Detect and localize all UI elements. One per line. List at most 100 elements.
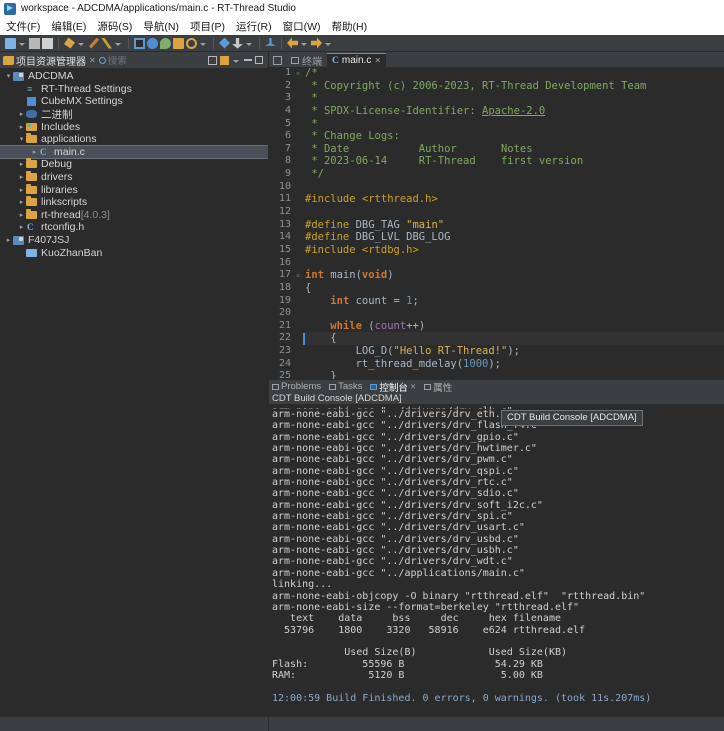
chevron-right-icon[interactable]: ▸ — [17, 186, 26, 194]
download-icon[interactable] — [232, 38, 243, 49]
code-line[interactable]: * 2023-06-14 RT-Thread first version — [303, 155, 724, 168]
tree-item-debug[interactable]: ▸Debug — [0, 158, 268, 171]
tree-item-[interactable]: ▸二进制 — [0, 108, 268, 121]
tree-item-f407jsj[interactable]: ▸F407JSJ — [0, 234, 268, 247]
dropdown-caret-icon[interactable] — [78, 43, 84, 46]
dropdown-caret-icon[interactable] — [200, 43, 206, 46]
tab-problems[interactable]: Problems — [272, 381, 321, 392]
dropdown-caret-icon[interactable] — [301, 43, 307, 46]
code-line[interactable]: rt_thread_mdelay(1000); — [303, 358, 724, 371]
chevron-down-icon[interactable]: ▾ — [17, 135, 26, 143]
code-line[interactable]: { — [303, 332, 724, 345]
chevron-right-icon[interactable]: ▸ — [17, 110, 26, 118]
view-menu-icon[interactable] — [233, 60, 239, 63]
chevron-right-icon[interactable]: ▸ — [17, 160, 26, 168]
maximize-icon[interactable] — [255, 56, 263, 64]
tab-tasks[interactable]: Tasks — [329, 381, 362, 392]
dropdown-caret-icon[interactable] — [246, 43, 252, 46]
menu-help[interactable]: 帮助(H) — [331, 19, 367, 34]
code-line[interactable]: LOG_D("Hello RT-Thread!"); — [303, 345, 724, 358]
code-line[interactable] — [303, 206, 724, 219]
code-editor[interactable]: 1234567891011121314151617181920212223242… — [269, 67, 724, 379]
tree-item-kuozhanban[interactable]: KuoZhanBan — [0, 246, 268, 259]
forward-arrow-icon[interactable] — [311, 38, 322, 49]
tab-console[interactable]: 控制台 ✕ — [370, 380, 416, 394]
terminal-icon[interactable] — [134, 38, 145, 49]
code-line[interactable]: #include <rtthread.h> — [303, 193, 724, 206]
fold-toggle-icon[interactable]: ▫ — [293, 269, 303, 282]
tree-item-adcdma[interactable]: ▾ADCDMA — [0, 70, 268, 83]
tree-item-rtconfig-h[interactable]: ▸Crtconfig.h — [0, 221, 268, 234]
tab-main-c[interactable]: C main.c ✕ — [327, 53, 386, 67]
tree-item-linkscripts[interactable]: ▸linkscripts — [0, 196, 268, 209]
dropdown-caret-icon[interactable] — [19, 43, 25, 46]
explorer-search[interactable]: 搜索 — [99, 53, 127, 67]
code-line[interactable]: * — [303, 92, 724, 105]
code-line[interactable]: { — [303, 282, 724, 295]
chevron-right-icon[interactable]: ▸ — [17, 223, 26, 231]
package-icon[interactable] — [219, 38, 230, 49]
code-line[interactable]: * Copyright (c) 2006-2023, RT-Thread Dev… — [303, 80, 724, 93]
code-line[interactable]: int main(void) — [303, 269, 724, 282]
build-hammer-icon[interactable] — [64, 38, 75, 49]
save-all-icon[interactable] — [42, 38, 53, 49]
code-line[interactable] — [303, 181, 724, 194]
tree-item-includes[interactable]: ▸Includes — [0, 120, 268, 133]
serial-icon[interactable] — [173, 38, 184, 49]
menu-run[interactable]: 运行(R) — [236, 19, 272, 34]
chevron-down-icon[interactable]: ▾ — [4, 72, 13, 80]
tab-terminal[interactable]: 终端 — [286, 53, 327, 67]
project-tree[interactable]: ▾ADCDMA≡RT-Thread SettingsCubeMX Setting… — [0, 68, 268, 717]
chevron-right-icon[interactable]: ▸ — [17, 123, 26, 131]
flash-download-icon[interactable] — [147, 38, 158, 49]
tree-item-rt-thread-settings[interactable]: ≡RT-Thread Settings — [0, 83, 268, 96]
code-line[interactable]: * Date Author Notes — [303, 143, 724, 156]
chevron-right-icon[interactable]: ▸ — [4, 236, 13, 244]
source-code-content[interactable]: /* * Copyright (c) 2006-2023, RT-Thread … — [303, 67, 724, 379]
code-line[interactable]: } — [303, 370, 724, 379]
close-icon[interactable]: ✕ — [89, 56, 96, 65]
dropdown-caret-icon[interactable] — [115, 43, 121, 46]
tree-item-libraries[interactable]: ▸libraries — [0, 183, 268, 196]
code-line[interactable]: int count = 1; — [303, 295, 724, 308]
close-icon[interactable]: ✕ — [410, 382, 416, 391]
clean-icon[interactable] — [88, 38, 99, 49]
collapse-all-icon[interactable] — [208, 56, 217, 65]
search-icon[interactable] — [186, 38, 197, 49]
minimize-icon[interactable] — [244, 59, 252, 61]
code-line[interactable]: #define DBG_TAG "main" — [303, 219, 724, 232]
menu-source[interactable]: 源码(S) — [97, 19, 132, 34]
back-arrow-icon[interactable] — [287, 38, 298, 49]
code-line[interactable] — [303, 307, 724, 320]
link-editor-icon[interactable] — [220, 56, 229, 65]
code-line[interactable]: */ — [303, 168, 724, 181]
restore-view-icon[interactable] — [273, 56, 282, 65]
tree-item-drivers[interactable]: ▸drivers — [0, 171, 268, 184]
menu-edit[interactable]: 编辑(E) — [51, 19, 86, 34]
menu-navigate[interactable]: 导航(N) — [143, 19, 179, 34]
dropdown-caret-icon[interactable] — [325, 43, 331, 46]
stop-build-icon[interactable] — [101, 38, 112, 49]
menu-file[interactable]: 文件(F) — [6, 19, 40, 34]
code-line[interactable]: * — [303, 118, 724, 131]
chevron-right-icon[interactable]: ▸ — [30, 148, 39, 156]
code-line[interactable]: #include <rtdbg.h> — [303, 244, 724, 257]
search-icon[interactable] — [99, 57, 106, 64]
save-icon[interactable] — [29, 38, 40, 49]
code-line[interactable]: /* — [303, 67, 724, 80]
tree-item-applications[interactable]: ▾applications — [0, 133, 268, 146]
code-line[interactable]: #define DBG_LVL DBG_LOG — [303, 231, 724, 244]
chevron-right-icon[interactable]: ▸ — [17, 173, 26, 181]
code-line[interactable]: * SPDX-License-Identifier: Apache-2.0 — [303, 105, 724, 118]
chevron-right-icon[interactable]: ▸ — [17, 198, 26, 206]
close-icon[interactable]: ✕ — [374, 56, 381, 65]
tree-item-rt-thread[interactable]: ▸rt-thread [4.0.3] — [0, 209, 268, 222]
pin-icon[interactable] — [265, 38, 276, 49]
menu-project[interactable]: 项目(P) — [190, 19, 225, 34]
code-line[interactable]: * Change Logs: — [303, 130, 724, 143]
code-line[interactable] — [303, 257, 724, 270]
tree-item-main-c[interactable]: ▸Cmain.c — [0, 146, 268, 159]
menu-window[interactable]: 窗口(W) — [283, 19, 321, 34]
debug-drop-icon[interactable] — [160, 38, 171, 49]
fold-toggle-icon[interactable]: ▫ — [293, 67, 303, 80]
